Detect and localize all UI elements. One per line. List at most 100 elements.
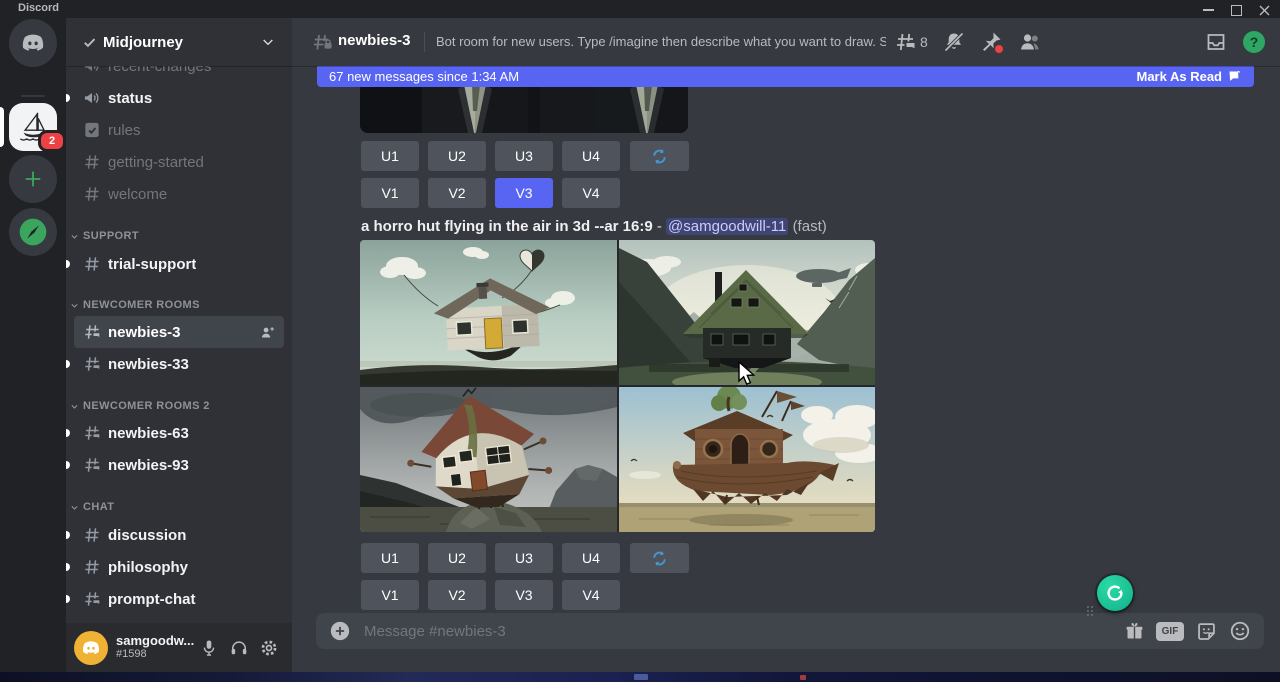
sidebar-item-getting-started[interactable]: getting-started (74, 146, 284, 178)
gif-picker-button[interactable]: GIF (1156, 622, 1184, 641)
sticker-button[interactable] (1194, 619, 1218, 643)
discord-app: Discord 2 (0, 0, 1280, 682)
message-input[interactable] (362, 622, 1112, 641)
hash-thread-icon (82, 322, 102, 342)
generated-image-2[interactable] (619, 240, 875, 385)
grammarly-drag-handle[interactable] (1087, 606, 1094, 616)
gift-button[interactable] (1122, 619, 1146, 643)
server-rail: 2 (0, 18, 66, 672)
user-info[interactable]: samgoodw... #1598 (116, 634, 194, 661)
flying-hut-balloons-image (360, 240, 617, 385)
generated-image-1[interactable] (360, 240, 617, 385)
chevron-down-icon (70, 232, 79, 241)
sidebar-item-rules[interactable]: rules (74, 114, 284, 146)
username: samgoodw... (116, 634, 194, 648)
sidebar-item-newbies-3[interactable]: newbies-3 (74, 316, 284, 348)
variation-button-v1[interactable]: V1 (361, 178, 419, 208)
attach-file-button[interactable] (328, 619, 352, 643)
sidebar-item-trial-support[interactable]: trial-support (74, 248, 284, 280)
upscale-button-u3[interactable]: U3 (495, 543, 553, 573)
avatar[interactable] (74, 631, 108, 665)
variation-button-v3[interactable]: V3 (495, 580, 553, 610)
variation-button-v1[interactable]: V1 (361, 580, 419, 610)
hash-icon (82, 152, 102, 172)
member-list-icon[interactable] (1018, 30, 1042, 54)
emoji-icon (1229, 620, 1251, 642)
mark-as-read-button[interactable]: Mark As Read (1137, 69, 1243, 84)
sidebar-item-status[interactable]: status (74, 82, 284, 114)
hash-icon (82, 184, 102, 204)
sidebar-item-philosophy[interactable]: philosophy (74, 551, 284, 583)
server-header-dropdown[interactable]: Midjourney (66, 18, 292, 66)
sidebar-item-newbies-93[interactable]: newbies-93 (74, 449, 284, 481)
sidebar-item-newbies-33[interactable]: newbies-33 (74, 348, 284, 380)
emoji-picker-button[interactable] (1228, 619, 1252, 643)
upscale-button-u4[interactable]: U4 (562, 141, 620, 171)
hash-thread-icon (82, 354, 102, 374)
upscale-button-u2[interactable]: U2 (428, 141, 486, 171)
unread-pill (66, 461, 70, 469)
variation-button-v4[interactable]: V4 (562, 178, 620, 208)
sidebar-category-newcomer-rooms-2[interactable]: NEWCOMER ROOMS 2 (70, 396, 210, 416)
upscale-button-u2[interactable]: U2 (428, 543, 486, 573)
add-server-button[interactable] (9, 155, 57, 203)
reroll-button[interactable] (630, 141, 689, 171)
home-server-button[interactable] (9, 19, 57, 67)
sidebar-item-prompt-chat[interactable]: prompt-chat (74, 583, 284, 615)
sidebar-item-newbies-63[interactable]: newbies-63 (74, 417, 284, 449)
variation-button-v4[interactable]: V4 (562, 580, 620, 610)
variation-button-v3-selected[interactable]: V3 (495, 178, 553, 208)
taskbar-item (634, 674, 648, 680)
user-settings-button[interactable] (254, 633, 284, 663)
previous-message-image[interactable] (360, 85, 688, 133)
message-composer: GIF (316, 613, 1264, 649)
unread-pill (66, 360, 70, 368)
reroll-button[interactable] (630, 543, 689, 573)
unread-pill (66, 531, 70, 539)
grammarly-button[interactable] (1097, 575, 1133, 611)
deafen-button[interactable] (224, 633, 254, 663)
generated-image-3[interactable] (360, 387, 617, 532)
create-invite-icon[interactable] (259, 324, 276, 341)
selected-server-indicator (0, 107, 4, 147)
sidebar-item-discussion[interactable]: discussion (74, 519, 284, 551)
generation-mode: (fast) (793, 218, 827, 235)
upscale-button-u1[interactable]: U1 (361, 543, 419, 573)
threads-icon[interactable] (893, 30, 917, 54)
window-titlebar: Discord (0, 0, 1280, 18)
sidebar-item-recent-changes[interactable]: recent-changes (74, 66, 284, 82)
channel-list: recent-changes status rules getting-star… (66, 66, 292, 623)
refresh-icon (650, 147, 669, 166)
explore-servers-button[interactable] (9, 208, 57, 256)
mute-microphone-button[interactable] (194, 633, 224, 663)
pinned-messages-icon[interactable] (979, 30, 1003, 54)
channel-topic[interactable]: Bot room for new users. Type /imagine th… (436, 34, 886, 49)
new-messages-banner[interactable]: 67 new messages since 1:34 AM Mark As Re… (317, 66, 1254, 87)
hash-icon (82, 525, 102, 545)
sidebar-item-welcome[interactable]: welcome (74, 178, 284, 210)
generated-image-4[interactable] (619, 387, 875, 532)
sidebar-category-chat[interactable]: CHAT (70, 497, 114, 517)
upscale-button-u1[interactable]: U1 (361, 141, 419, 171)
taskbar-item (800, 675, 806, 680)
window-maximize-button[interactable] (1226, 4, 1246, 16)
sidebar-category-support[interactable]: SUPPORT (70, 226, 139, 246)
inbox-icon[interactable] (1204, 30, 1228, 54)
upscale-button-u3[interactable]: U3 (495, 141, 553, 171)
midjourney-image-grid (360, 240, 875, 532)
sidebar-category-newcomer-rooms[interactable]: NEWCOMER ROOMS (70, 295, 200, 315)
upscale-button-u4[interactable]: U4 (562, 543, 620, 573)
chevron-down-icon (260, 34, 276, 50)
notifications-muted-icon[interactable] (942, 30, 966, 54)
window-close-button[interactable] (1254, 4, 1274, 16)
variation-button-v2[interactable]: V2 (428, 178, 486, 208)
hash-thread-icon (82, 455, 102, 475)
user-mention[interactable]: @samgoodwill-11 (666, 218, 788, 235)
window-minimize-button[interactable] (1198, 4, 1218, 16)
help-button[interactable]: ? (1243, 31, 1267, 55)
discriminator: #1598 (116, 648, 194, 661)
variation-button-v2[interactable]: V2 (428, 580, 486, 610)
sidebar-item-clipped[interactable] (74, 615, 284, 623)
chevron-down-icon (70, 301, 79, 310)
gear-icon (259, 638, 279, 658)
